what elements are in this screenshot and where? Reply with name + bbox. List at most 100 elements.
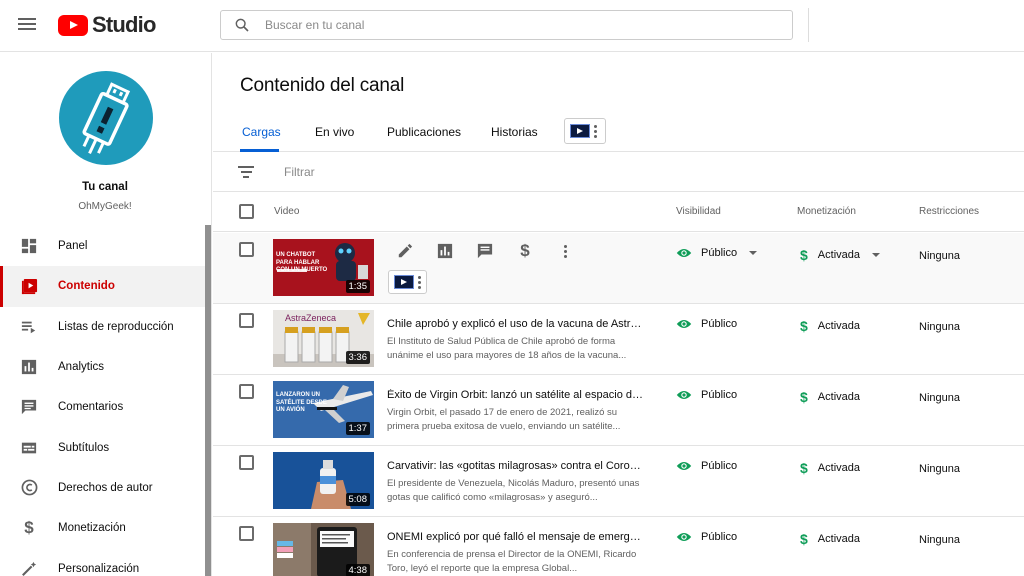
table-row[interactable]: AstraZeneca 3:36 Chile aprobó y explicó …	[213, 304, 1024, 375]
visibility-value: Público	[701, 318, 738, 330]
visibility-cell[interactable]: Público	[676, 531, 737, 543]
dollar-icon: $	[800, 531, 808, 547]
video-duration: 1:35	[345, 280, 370, 293]
sidebar-item-label: Subtítulos	[58, 441, 110, 454]
search-input[interactable]	[265, 18, 745, 32]
column-visibility[interactable]: Visibilidad	[676, 206, 721, 217]
more-vert-icon[interactable]	[555, 241, 575, 261]
monetization-value: Activada	[817, 462, 860, 474]
dollar-icon: $	[800, 389, 808, 405]
sidebar-item-subtitles[interactable]: Subtítulos	[0, 427, 205, 467]
monetization-cell[interactable]: $ Activada	[800, 247, 880, 263]
dashboard-icon	[20, 237, 38, 255]
video-description: El presidente de Venezuela, Nicolás Madu…	[387, 478, 640, 503]
dollar-icon[interactable]: $	[515, 241, 535, 261]
sidebar-item-monetization[interactable]: $ Monetización	[0, 508, 205, 548]
sidebar-item-customization[interactable]: Personalización	[0, 548, 205, 576]
video-thumbnail[interactable]: 4:38	[273, 523, 374, 576]
video-title[interactable]: Chile aprobó y explicó el uso de la vacu…	[387, 318, 643, 330]
hamburger-menu-icon[interactable]	[18, 15, 38, 35]
monetization-value: Activada	[817, 320, 860, 332]
select-all-checkbox[interactable]	[239, 204, 254, 219]
search-box[interactable]	[220, 10, 793, 40]
visibility-value: Público	[701, 531, 738, 543]
analytics-icon[interactable]	[435, 241, 455, 261]
sidebar-item-copyright[interactable]: Derechos de autor	[0, 468, 205, 508]
thumbnail-text-line: CON UN MUERTO	[276, 267, 328, 273]
visibility-cell[interactable]: Público	[676, 247, 758, 259]
tab-publicaciones[interactable]: Publicaciones	[387, 125, 461, 139]
sidebar-nav: Panel Contenido Listas de reproducción A…	[0, 226, 205, 576]
dollar-icon: $	[800, 247, 808, 263]
video-title[interactable]: Carvativir: las «gotitas milagrosas» con…	[387, 460, 643, 472]
video-thumbnail[interactable]: UN CHATBOT PARA HABLAR CON UN MUERTO 1:3…	[273, 239, 374, 296]
table-row[interactable]: UN CHATBOT PARA HABLAR CON UN MUERTO 1:3…	[213, 233, 1024, 304]
header-divider	[808, 8, 809, 42]
monetization-cell[interactable]: $ Activada	[800, 318, 860, 334]
tab-en-vivo[interactable]: En vivo	[315, 125, 354, 139]
eye-icon	[676, 320, 692, 328]
sidebar-item-panel[interactable]: Panel	[0, 226, 205, 266]
visibility-value: Público	[701, 389, 738, 401]
channel-title: Tu canal	[82, 181, 128, 193]
youtube-studio-logo[interactable]: Studio	[58, 12, 156, 38]
video-thumbnail[interactable]: AstraZeneca 3:36	[273, 310, 374, 367]
sidebar-item-analytics[interactable]: Analytics	[0, 347, 205, 387]
eye-icon	[676, 391, 692, 399]
visibility-cell[interactable]: Público	[676, 460, 737, 472]
filter-icon[interactable]	[238, 166, 254, 178]
row-extra-button[interactable]	[388, 270, 427, 294]
row-checkbox[interactable]	[239, 242, 254, 257]
thumbnail-text-line: SATÉLITE DESDE	[276, 399, 327, 406]
thumbnail-text-line: LANZARON UN	[276, 392, 320, 398]
chevron-down-icon[interactable]	[749, 251, 758, 255]
tab-cargas[interactable]: Cargas	[242, 125, 281, 139]
visibility-cell[interactable]: Público	[676, 318, 737, 330]
content-icon	[20, 277, 38, 295]
tab-historias[interactable]: Historias	[491, 125, 538, 139]
sidebar-item-playlists[interactable]: Listas de reproducción	[0, 307, 205, 347]
visibility-cell[interactable]: Público	[676, 389, 737, 401]
tab-more-button[interactable]	[564, 118, 606, 144]
video-thumbnail[interactable]: 5:08	[273, 452, 374, 509]
restrictions-value: Ninguna	[919, 250, 960, 262]
monetization-cell[interactable]: $ Activada	[800, 389, 860, 405]
video-thumbnail[interactable]: LANZARON UN SATÉLITE DESDE UN AVIÓN 1:37	[273, 381, 374, 438]
video-title[interactable]: Éxito de Virgin Orbit: lanzó un satélite…	[387, 389, 643, 401]
video-duration: 1:37	[345, 422, 370, 435]
column-restrictions[interactable]: Restricciones	[919, 206, 979, 217]
channel-avatar[interactable]	[59, 71, 153, 165]
sidebar-item-contenido[interactable]: Contenido	[0, 266, 205, 307]
playlist-icon	[20, 318, 38, 336]
comments-icon[interactable]	[475, 241, 495, 261]
table-row[interactable]: LANZARON UN SATÉLITE DESDE UN AVIÓN 1:37…	[213, 375, 1024, 446]
filter-input[interactable]: Filtrar	[284, 165, 315, 179]
column-monetization[interactable]: Monetización	[797, 206, 856, 217]
chevron-down-icon[interactable]	[872, 253, 880, 257]
row-checkbox[interactable]	[239, 526, 254, 541]
restrictions-value: Ninguna	[919, 392, 960, 404]
sidebar-scrollbar[interactable]	[205, 225, 211, 576]
sidebar-item-comments[interactable]: Comentarios	[0, 387, 205, 427]
sidebar-item-label: Comentarios	[58, 401, 124, 414]
thumbnail-text-line: UN CHATBOT	[276, 252, 316, 258]
row-checkbox[interactable]	[239, 384, 254, 399]
sidebar-item-label: Analytics	[58, 361, 105, 374]
sidebar-item-label: Contenido	[58, 280, 115, 293]
sidebar-item-label: Personalización	[58, 562, 140, 575]
monetization-cell[interactable]: $ Activada	[800, 460, 860, 476]
table-row[interactable]: 4:38 ONEMI explicó por qué falló el mens…	[213, 517, 1024, 576]
monetization-cell[interactable]: $ Activada	[800, 531, 860, 547]
row-checkbox[interactable]	[239, 455, 254, 470]
video-description: Virgin Orbit, el pasado 17 de enero de 2…	[387, 407, 621, 432]
table-row[interactable]: 5:08 Carvativir: las «gotitas milagrosas…	[213, 446, 1024, 517]
sidebar: Tu canal OhMyGeek! Panel Contenido Lista…	[0, 53, 212, 576]
main-content: Contenido del canal Cargas En vivo Publi…	[213, 53, 1024, 576]
dollar-icon: $	[24, 518, 34, 538]
filter-bar[interactable]: Filtrar	[213, 152, 1024, 192]
content-tabs: Cargas En vivo Publicaciones Historias	[213, 115, 1024, 152]
magic-wand-icon	[20, 560, 38, 576]
row-checkbox[interactable]	[239, 313, 254, 328]
video-title[interactable]: ONEMI explicó por qué falló el mensaje d…	[387, 531, 643, 543]
edit-pencil-icon[interactable]	[395, 241, 415, 261]
